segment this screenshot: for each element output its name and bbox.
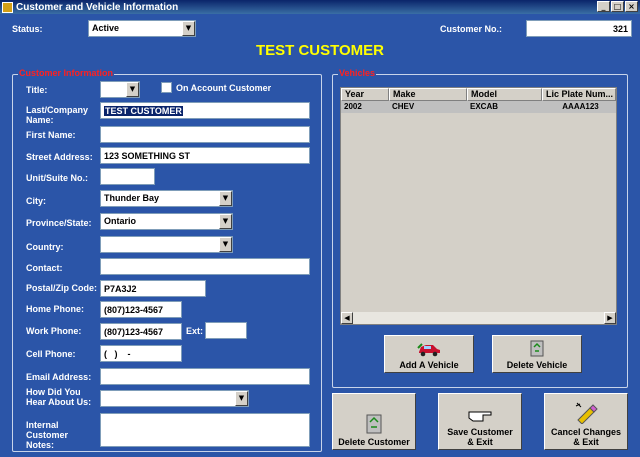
maximize-button[interactable]: □ — [611, 1, 624, 12]
province-label: Province/State: — [26, 218, 92, 228]
first-name-label: First Name: — [26, 130, 76, 140]
last-name-label: Last/Company Name: — [26, 105, 89, 125]
unit-field[interactable] — [100, 168, 155, 185]
on-account-label: On Account Customer — [176, 83, 272, 93]
column-header-make[interactable]: Make — [389, 88, 467, 101]
email-label: Email Address: — [26, 372, 92, 382]
vehicles-table[interactable]: Year Make Model Lic Plate Num... 2002 CH… — [340, 87, 617, 325]
cancel-exit-label-line1: Cancel Changes — [550, 427, 622, 437]
delete-customer-button[interactable]: Delete Customer — [332, 393, 416, 450]
recycle-bin-icon — [366, 414, 382, 434]
city-label: City: — [26, 196, 46, 206]
cancel-exit-button[interactable]: Cancel Changes & Exit — [544, 393, 628, 450]
add-vehicle-button[interactable]: Add A Vehicle — [384, 335, 474, 373]
status-label: Status: — [12, 24, 43, 34]
work-phone-label: Work Phone: — [26, 326, 82, 336]
close-button[interactable]: × — [625, 1, 638, 12]
pointing-hand-icon — [468, 411, 492, 422]
save-exit-button[interactable]: Save Customer & Exit — [438, 393, 522, 450]
chevron-down-icon[interactable]: ▼ — [219, 237, 232, 252]
postal-field[interactable]: P7A3J2 — [100, 280, 206, 297]
delete-vehicle-button[interactable]: Delete Vehicle — [492, 335, 582, 373]
add-vehicle-label: Add A Vehicle — [399, 360, 459, 370]
delete-customer-label: Delete Customer — [338, 437, 410, 447]
customer-info-title: Customer Information — [18, 68, 115, 78]
notes-label: Internal Customer Notes: — [26, 420, 69, 450]
notes-field[interactable] — [100, 413, 310, 447]
customer-name-title: TEST CUSTOMER — [255, 42, 385, 59]
country-label: Country: — [26, 242, 64, 252]
column-header-year[interactable]: Year — [341, 88, 389, 101]
save-exit-label-line2: & Exit — [467, 437, 493, 447]
eraser-pencil-icon — [575, 402, 598, 424]
column-header-plate[interactable]: Lic Plate Num... — [542, 88, 616, 101]
chevron-down-icon[interactable]: ▼ — [219, 191, 232, 206]
first-name-field[interactable] — [100, 126, 310, 143]
country-select[interactable]: ▼ — [100, 236, 233, 253]
chevron-down-icon[interactable]: ▼ — [182, 21, 195, 36]
table-row[interactable]: 2002 CHEV EXCAB AAAA123 — [341, 101, 616, 113]
status-value: Active — [92, 23, 120, 33]
last-name-value: TEST CUSTOMER — [104, 106, 183, 116]
home-phone-field[interactable]: (807)123-4567 — [100, 301, 182, 318]
cell-phone-label: Cell Phone: — [26, 349, 76, 359]
delete-vehicle-label: Delete Vehicle — [506, 360, 568, 370]
province-value: Ontario — [104, 216, 137, 226]
chevron-down-icon[interactable]: ▼ — [126, 82, 139, 97]
window-titlebar: Customer and Vehicle Information _ □ × — [0, 0, 640, 14]
scroll-right-icon[interactable]: ▶ — [604, 312, 616, 324]
customer-no-label: Customer No.: — [440, 24, 503, 34]
work-phone-field[interactable]: (807)123-4567 — [100, 323, 182, 340]
chevron-down-icon[interactable]: ▼ — [235, 391, 248, 406]
title-label: Title: — [26, 85, 48, 95]
cell-phone-field[interactable]: ( ) - — [100, 345, 182, 362]
chevron-down-icon[interactable]: ▼ — [219, 214, 232, 229]
vehicles-title: Vehicles — [338, 68, 377, 78]
contact-label: Contact: — [26, 263, 63, 273]
status-select[interactable]: Active ▼ — [88, 20, 196, 37]
minimize-button[interactable]: _ — [597, 1, 610, 12]
ext-field[interactable] — [205, 322, 247, 339]
car-icon — [417, 343, 440, 357]
table-cell: 2002 — [344, 102, 362, 111]
ext-label: Ext: — [186, 326, 204, 336]
table-cell: EXCAB — [470, 102, 499, 111]
email-field[interactable] — [100, 368, 310, 385]
heard-label: How Did You Hear About Us: — [26, 387, 92, 407]
table-header: Year Make Model Lic Plate Num... — [341, 88, 616, 101]
home-phone-label: Home Phone: — [26, 304, 85, 314]
unit-label: Unit/Suite No.: — [26, 173, 88, 183]
scroll-left-icon[interactable]: ◀ — [341, 312, 353, 324]
postal-label: Postal/Zip Code: — [26, 283, 98, 293]
customer-no-field[interactable]: 321 — [526, 20, 632, 37]
city-select[interactable]: Thunder Bay ▼ — [100, 190, 233, 207]
heard-select[interactable]: ▼ — [100, 390, 249, 407]
contact-field[interactable] — [100, 258, 310, 275]
window-title: Customer and Vehicle Information — [16, 1, 179, 13]
street-label: Street Address: — [26, 152, 93, 162]
title-select[interactable]: ▼ — [100, 81, 140, 98]
on-account-checkbox[interactable] — [161, 82, 172, 93]
column-header-model[interactable]: Model — [467, 88, 542, 101]
last-name-field[interactable]: TEST CUSTOMER — [100, 102, 310, 119]
cancel-exit-label-line2: & Exit — [573, 437, 599, 447]
horizontal-scrollbar[interactable]: ◀ ▶ — [341, 312, 616, 324]
recycle-bin-icon — [530, 340, 544, 357]
street-field[interactable]: 123 SOMETHING ST — [100, 147, 310, 164]
city-value: Thunder Bay — [104, 193, 160, 203]
province-select[interactable]: Ontario ▼ — [100, 213, 233, 230]
table-cell: AAAA123 — [562, 102, 599, 111]
app-icon — [2, 1, 13, 13]
save-exit-label-line1: Save Customer — [447, 427, 513, 437]
table-cell: CHEV — [392, 102, 415, 111]
